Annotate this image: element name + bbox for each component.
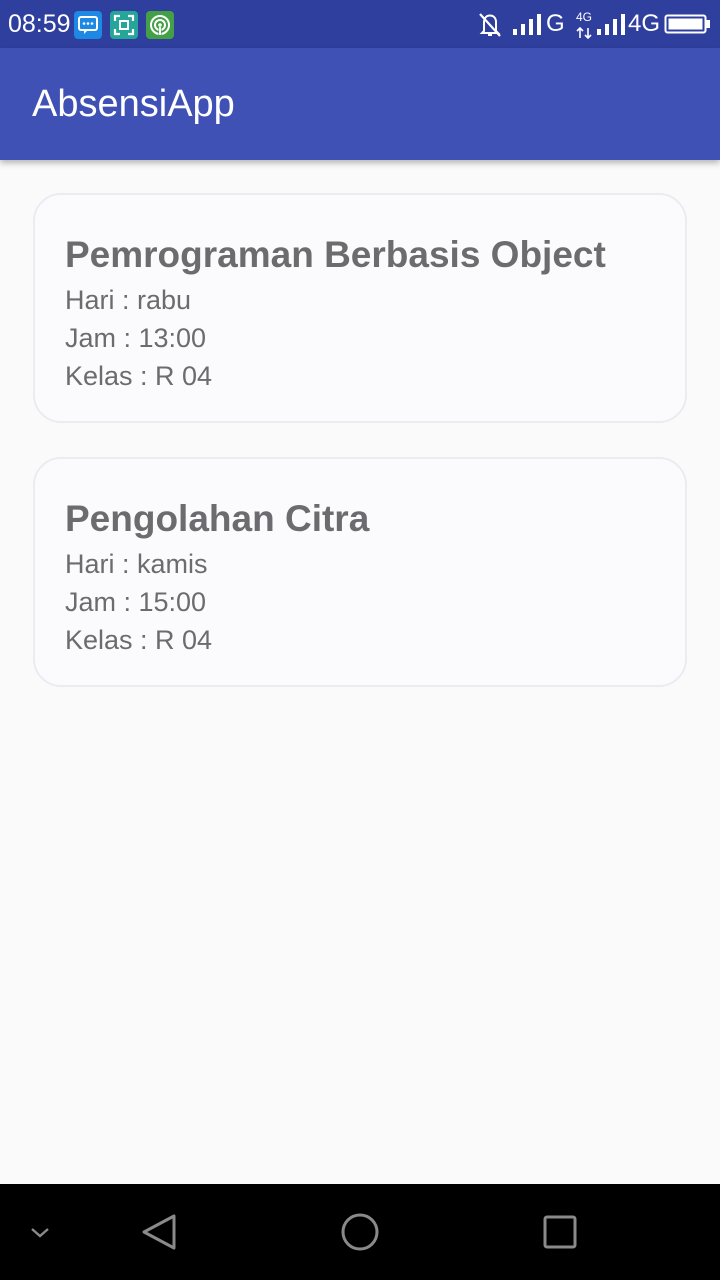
course-room: Kelas : R 04	[65, 625, 213, 655]
status-time: 08:59	[8, 10, 71, 38]
message-icon	[74, 11, 102, 39]
network-type-label: 4G	[628, 10, 661, 37]
scan-icon	[110, 11, 138, 39]
course-day: Hari : kamis	[65, 549, 208, 579]
network-type-label: G	[546, 10, 565, 37]
data-activity-icon	[574, 0, 596, 48]
signal-icon	[512, 0, 544, 48]
battery-icon	[664, 0, 712, 48]
recents-button[interactable]	[536, 1184, 584, 1280]
hide-nav-button[interactable]	[20, 1184, 60, 1280]
recents-icon	[543, 1215, 577, 1249]
bell-off-icon	[476, 0, 504, 48]
home-icon	[341, 1213, 379, 1251]
back-button[interactable]	[136, 1184, 184, 1280]
small-network-label: 4G	[576, 10, 593, 24]
course-title: Pengolahan Citra	[65, 498, 370, 539]
course-room: Kelas : R 04	[65, 361, 213, 391]
screen: 08:59 G 4G 4G AbsensiApp Pemrograman Ber…	[0, 0, 720, 1280]
app-bar: AbsensiApp	[0, 48, 720, 160]
back-icon	[142, 1214, 176, 1250]
course-card[interactable]: Pemrograman Berbasis Object Hari : rabu …	[33, 193, 687, 423]
hotspot-icon	[146, 11, 174, 39]
course-day: Hari : rabu	[65, 285, 192, 315]
home-button[interactable]	[336, 1184, 384, 1280]
navigation-bar	[0, 1184, 720, 1280]
course-time: Jam : 13:00	[65, 323, 207, 353]
chevron-down-icon	[31, 1228, 49, 1238]
app-title: AbsensiApp	[32, 83, 235, 125]
course-title: Pemrograman Berbasis Object	[65, 234, 606, 275]
course-time: Jam : 15:00	[65, 587, 207, 617]
signal-icon	[596, 0, 628, 48]
course-card[interactable]: Pengolahan Citra Hari : kamis Jam : 15:0…	[33, 457, 687, 687]
status-bar: 08:59 G 4G 4G	[0, 0, 720, 48]
